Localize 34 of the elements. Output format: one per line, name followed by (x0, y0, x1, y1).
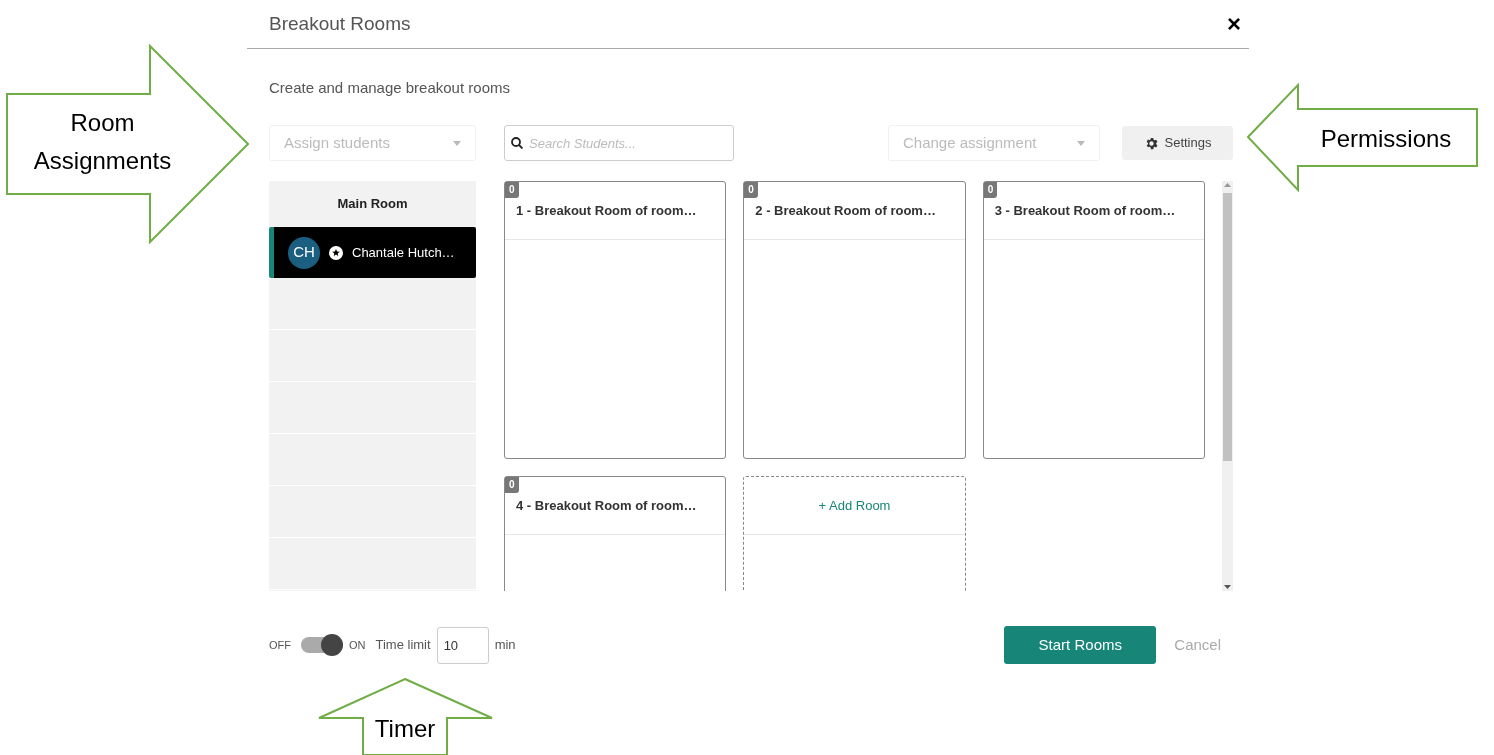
on-label: ON (349, 637, 366, 653)
settings-button[interactable]: Settings (1122, 126, 1233, 160)
student-row[interactable]: CH Chantale Hutch… (269, 227, 476, 278)
callout-label: Permissions (1319, 124, 1453, 154)
dialog-title: Breakout Rooms (269, 11, 411, 36)
scrollbar[interactable] (1222, 181, 1233, 591)
caret-icon (1077, 140, 1085, 146)
start-rooms-button[interactable]: Start Rooms (1004, 626, 1157, 664)
add-room-card[interactable]: + Add Room (743, 476, 966, 591)
count-badge: 0 (983, 182, 998, 198)
time-limit-field[interactable]: 10 (436, 626, 489, 664)
callout-label: Room Assignments (32, 108, 173, 176)
unit-label: min (494, 636, 516, 655)
timer-toggle[interactable] (301, 634, 343, 656)
caret-icon (453, 140, 461, 146)
room-title: 2 - Breakout Room of room… (755, 201, 936, 220)
avatar: CH (288, 236, 320, 269)
callout-label: Timer (373, 714, 437, 744)
dialog-subtitle: Create and manage breakout rooms (269, 77, 510, 98)
main-room-title: Main Room (337, 195, 408, 214)
close-button[interactable]: × (1227, 12, 1241, 36)
room-title: 3 - Breakout Room of room… (994, 201, 1176, 220)
count-badge: 0 (505, 477, 519, 493)
count-badge: 0 (744, 182, 758, 198)
student-name: Chantale Hutch… (352, 243, 455, 262)
scroll-down-icon[interactable] (1224, 585, 1231, 589)
search-field[interactable]: Search Students... (504, 125, 734, 161)
search-icon (511, 137, 523, 149)
count-badge: 0 (505, 182, 519, 198)
cancel-button[interactable]: Cancel (1174, 633, 1221, 657)
off-label: OFF (269, 637, 291, 653)
room-title: 4 - Breakout Room of room… (516, 496, 697, 515)
time-limit-label: Time limit (375, 636, 431, 655)
room-title: 1 - Breakout Room of room… (516, 201, 697, 220)
